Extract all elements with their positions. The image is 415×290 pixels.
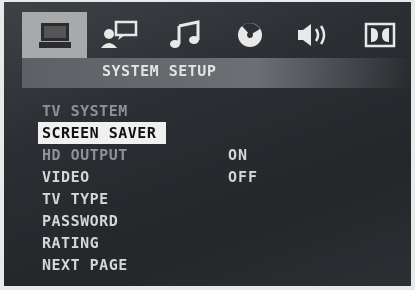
page-title: SYSTEM SETUP [102,62,217,80]
menu-item-rating[interactable]: RATING [42,232,166,254]
hd-output-value[interactable]: OFF [228,166,258,188]
screen-saver-value[interactable]: ON [228,144,258,166]
menu-item-next-page[interactable]: NEXT PAGE [42,254,166,276]
header-band [22,58,412,88]
setup-menu-screen: SYSTEM SETUP TV SYSTEM SCREEN SAVER HD O… [0,0,415,290]
disc-icon [237,23,262,47]
music-note-icon [169,20,199,48]
monitor-icon [38,23,71,48]
setting-values: ON OFF [228,144,258,188]
menu-item-screen-saver[interactable]: SCREEN SAVER [38,122,167,144]
menu-item-video[interactable]: VIDEO [42,166,166,188]
menu-item-password[interactable]: PASSWORD [42,210,166,232]
menu-item-hd-output[interactable]: HD OUTPUT [42,144,166,166]
setup-menu-list: TV SYSTEM SCREEN SAVER HD OUTPUT VIDEO T… [38,100,167,276]
tab-audio[interactable] [152,12,217,58]
tab-video[interactable] [217,12,282,58]
tab-language[interactable] [87,12,152,58]
dolby-icon [364,22,395,48]
speaker-icon [297,24,325,46]
user-chat-icon [100,20,137,48]
tab-speaker[interactable] [282,12,347,58]
menu-item-tv-type[interactable]: TV TYPE [42,188,166,210]
tab-system[interactable] [22,12,87,58]
menu-item-tv-system[interactable]: TV SYSTEM [42,100,166,122]
tab-dolby[interactable] [347,12,412,58]
category-icon-bar [22,12,412,58]
